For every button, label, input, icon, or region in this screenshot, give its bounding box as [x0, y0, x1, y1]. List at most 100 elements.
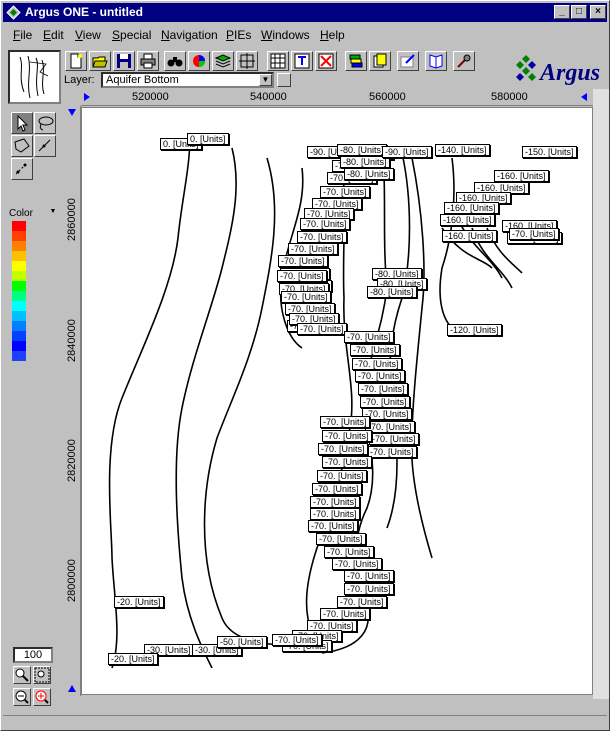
contour-label: -70. [Units] [297, 323, 347, 335]
menu-help[interactable]: Help [320, 28, 345, 42]
contour-label: -70. [Units] [344, 583, 394, 595]
color-swatch [12, 271, 26, 281]
contour-label: -20. [Units] [114, 596, 164, 608]
color-wheel-icon [193, 55, 205, 67]
find-button[interactable] [164, 51, 186, 71]
zoom-in-button[interactable] [33, 688, 51, 706]
contour-label: -70. [Units] [272, 634, 322, 646]
contour-label: -70. [Units] [312, 483, 362, 495]
lasso-tool[interactable] [34, 112, 56, 134]
print-button[interactable] [137, 51, 159, 71]
contour-label: -70. [Units] [367, 446, 417, 458]
logo-diamond [528, 73, 536, 81]
zoom-out-button[interactable] [13, 688, 31, 706]
maximize-button[interactable]: □ [571, 5, 587, 19]
line-tool[interactable] [34, 135, 56, 157]
save-button[interactable] [113, 51, 135, 71]
chevron-down-icon[interactable]: ▼ [48, 208, 58, 219]
stack-button[interactable] [345, 51, 367, 71]
tools-button[interactable] [453, 51, 475, 71]
magnifier-icon [15, 668, 29, 682]
book-button[interactable] [425, 51, 447, 71]
logo-diamond [528, 61, 536, 69]
contour-label: -70. [Units] [320, 186, 370, 198]
color-swatch [12, 291, 26, 301]
color-swatch [12, 301, 26, 311]
menu-view[interactable]: View [75, 28, 101, 42]
contour-label: -70. [Units] [310, 508, 360, 520]
zoom-fit-tool[interactable] [33, 666, 51, 684]
point-tool[interactable] [11, 158, 33, 180]
minimize-button[interactable]: _ [554, 5, 570, 19]
vertical-scrollbar[interactable] [593, 89, 609, 699]
map-canvas[interactable]: 0. [Units]0. [Units]-90. [Units]-70. [Un… [81, 107, 593, 695]
layers-icon [215, 54, 231, 68]
menu-file[interactable]: File [13, 28, 32, 42]
polygon-tool[interactable] [11, 135, 33, 157]
contour-label: -70. [Units] [352, 358, 402, 370]
mesh-button[interactable] [267, 51, 289, 71]
title-bar[interactable]: Argus ONE - untitled _ □ × [3, 3, 607, 22]
menu-special[interactable]: Special [112, 28, 151, 42]
contour-label: -70. [Units] [324, 546, 374, 558]
edit-object-button[interactable] [397, 51, 419, 71]
vertical-ruler[interactable]: 2860000 2840000 2820000 2800000 [64, 106, 81, 696]
document-button[interactable] [369, 51, 391, 71]
overview-map-icon [19, 55, 49, 99]
text-tool-button[interactable] [291, 51, 313, 71]
zoom-input[interactable]: 100 [13, 647, 53, 663]
color-scale [12, 221, 26, 367]
x-tick-label: 580000 [491, 91, 528, 103]
chevron-down-icon[interactable]: ▼ [259, 74, 272, 86]
contour-label: -70. [Units] [308, 520, 358, 532]
x-tick-label: 540000 [250, 91, 287, 103]
color-swatch [12, 251, 26, 261]
contour-label: -70. [Units] [350, 344, 400, 356]
layer-select[interactable]: Aquifer Bottom ▼ [101, 72, 274, 88]
argus-logo: Argus [516, 53, 606, 89]
edit-object-icon [400, 54, 415, 68]
lasso-icon [38, 116, 54, 131]
text-box-icon [294, 53, 310, 69]
tools-icon [457, 54, 471, 68]
contour-label: -90. [Units] [382, 146, 432, 158]
horizontal-scrollbar[interactable] [64, 699, 594, 715]
menu-edit[interactable]: Edit [43, 28, 64, 42]
delete-x-icon [318, 53, 334, 69]
layers-button[interactable] [212, 51, 234, 71]
menu-navigation[interactable]: Navigation [161, 28, 218, 42]
contour-label: -160. [Units] [440, 214, 495, 226]
new-file-button[interactable] [65, 51, 87, 71]
menu-pies[interactable]: PIEs [226, 28, 251, 42]
horizontal-ruler[interactable]: 520000 540000 560000 580000 [81, 89, 593, 106]
color-swatch [12, 321, 26, 331]
contour-label: -70. [Units] [332, 558, 382, 570]
zoom-tool[interactable] [13, 666, 31, 684]
contour-label: -70. [Units] [509, 228, 559, 240]
contour-label: -160. [Units] [442, 230, 497, 242]
contour-label: -70. [Units] [320, 608, 370, 620]
contour-label: -70. [Units] [322, 456, 372, 468]
overview-thumbnail[interactable] [8, 50, 61, 104]
color-tool-button[interactable] [188, 51, 210, 71]
contour-label: -70. [Units] [310, 496, 360, 508]
layer-nav-button[interactable] [277, 73, 291, 87]
pointer-tool[interactable] [11, 112, 33, 134]
binoculars-icon [167, 57, 183, 67]
grid-button[interactable] [236, 51, 258, 71]
menu-windows[interactable]: Windows [261, 28, 310, 42]
logo-diamond [522, 67, 530, 75]
zoom-out-icon [15, 690, 29, 704]
stack-icon [349, 54, 363, 68]
color-swatch [12, 311, 26, 321]
open-file-button[interactable] [89, 51, 111, 71]
delete-grid-button[interactable] [315, 51, 337, 71]
argus-app-icon [6, 5, 21, 20]
contour-label: -50. [Units] [217, 636, 267, 648]
contour-label: -80. [Units] [367, 286, 417, 298]
color-swatch [12, 341, 26, 351]
layer-value: Aquifer Bottom [106, 74, 179, 86]
close-button[interactable]: × [590, 5, 606, 19]
polygon-icon [14, 138, 30, 153]
contour-label: -70. [Units] [316, 533, 366, 545]
